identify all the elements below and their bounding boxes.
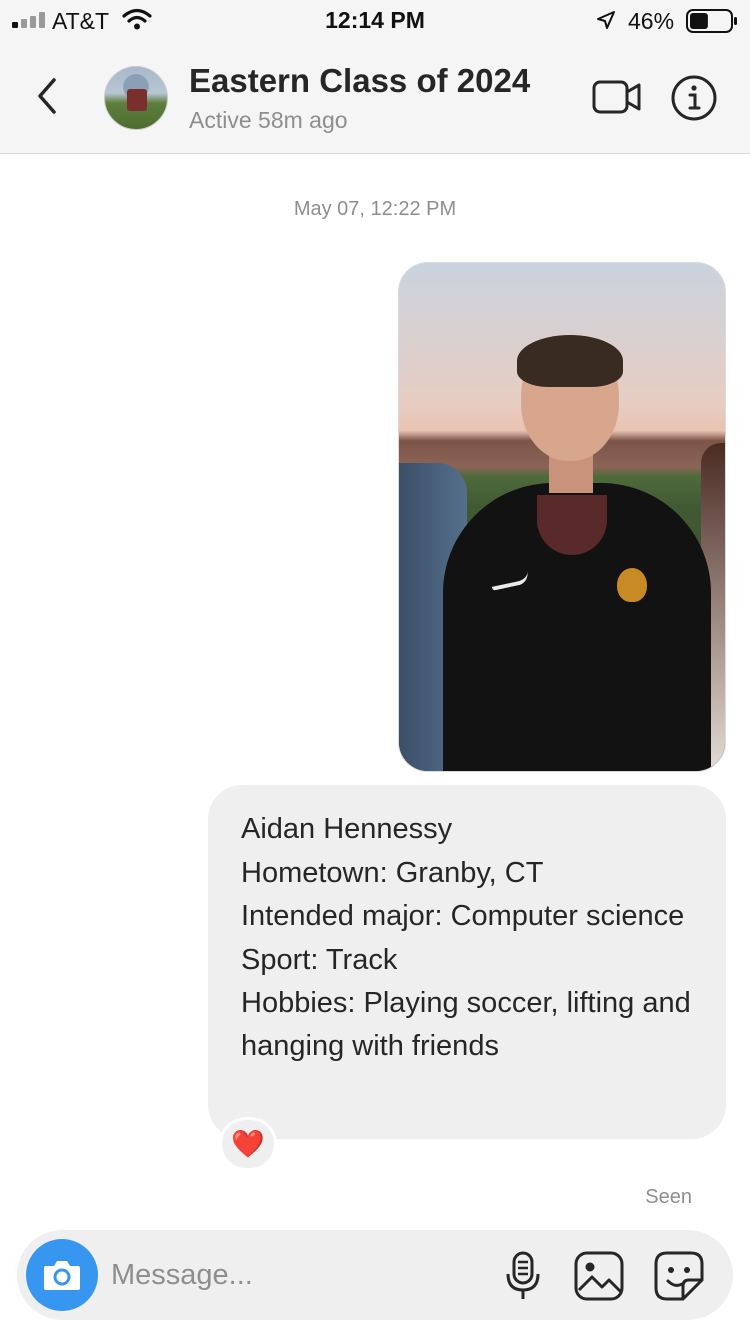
gallery-icon[interactable] xyxy=(573,1250,625,1302)
message-line: Intended major: Computer science xyxy=(241,900,685,932)
message-bubble[interactable]: Aidan Hennessy Hometown: Granby, CT Inte… xyxy=(208,785,726,1139)
group-avatar[interactable] xyxy=(104,66,168,130)
message-line: Aidan Hennessy xyxy=(241,813,453,845)
chat-header: Eastern Class of 2024 Active 58m ago xyxy=(0,44,750,154)
camera-button[interactable] xyxy=(26,1239,98,1311)
message-line: Hometown: Granby, CT xyxy=(241,857,544,889)
photo-crest-emblem xyxy=(617,568,647,602)
message-timestamp: May 07, 12:22 PM xyxy=(293,198,457,220)
chat-title[interactable]: Eastern Class of 2024 xyxy=(189,62,530,100)
message-line: Sport: Track xyxy=(241,944,398,976)
seen-receipt: Seen xyxy=(645,1186,692,1208)
photo-person-hair xyxy=(517,335,623,387)
shared-photo[interactable] xyxy=(398,262,726,772)
sticker-icon[interactable] xyxy=(653,1250,705,1302)
status-bar: AT&T 12:14 PM 46% xyxy=(0,0,750,44)
heart-reaction-icon[interactable]: ❤️ xyxy=(219,1117,277,1171)
message-input[interactable] xyxy=(111,1254,411,1296)
battery-icon xyxy=(686,9,737,33)
battery-percent: 46% xyxy=(628,8,675,34)
message-composer xyxy=(17,1230,733,1320)
back-chevron-icon[interactable] xyxy=(30,74,64,118)
microphone-icon[interactable] xyxy=(503,1250,543,1302)
message-line: Hobbies: Playing soccer, lifting and han… xyxy=(241,987,691,1062)
location-arrow-icon xyxy=(597,11,615,29)
video-call-icon[interactable] xyxy=(592,78,642,116)
info-icon[interactable] xyxy=(670,74,718,122)
active-status: Active 58m ago xyxy=(189,107,348,133)
camera-icon xyxy=(44,1261,80,1290)
